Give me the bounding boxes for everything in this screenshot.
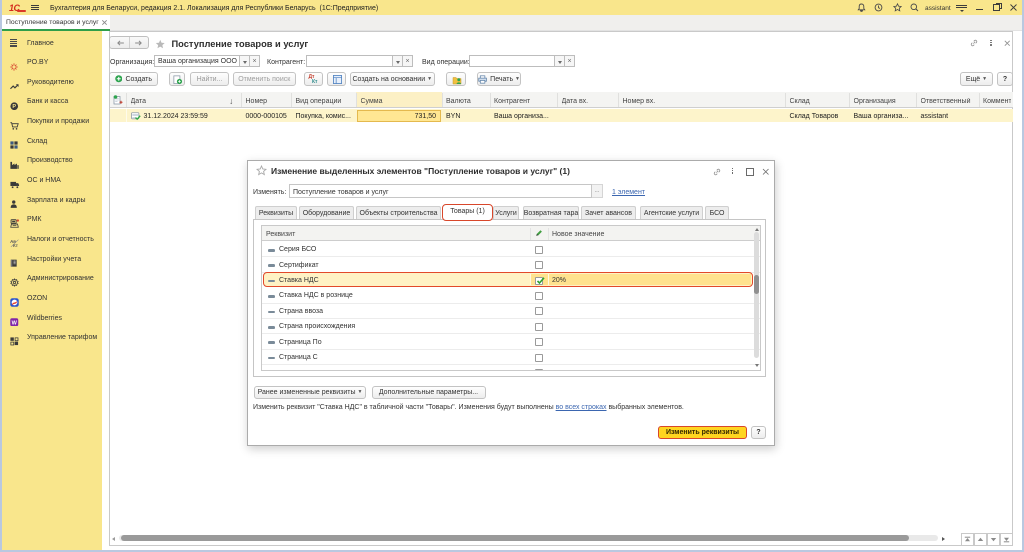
svg-text:Р: Р bbox=[12, 104, 16, 110]
svg-text:W: W bbox=[12, 320, 18, 326]
